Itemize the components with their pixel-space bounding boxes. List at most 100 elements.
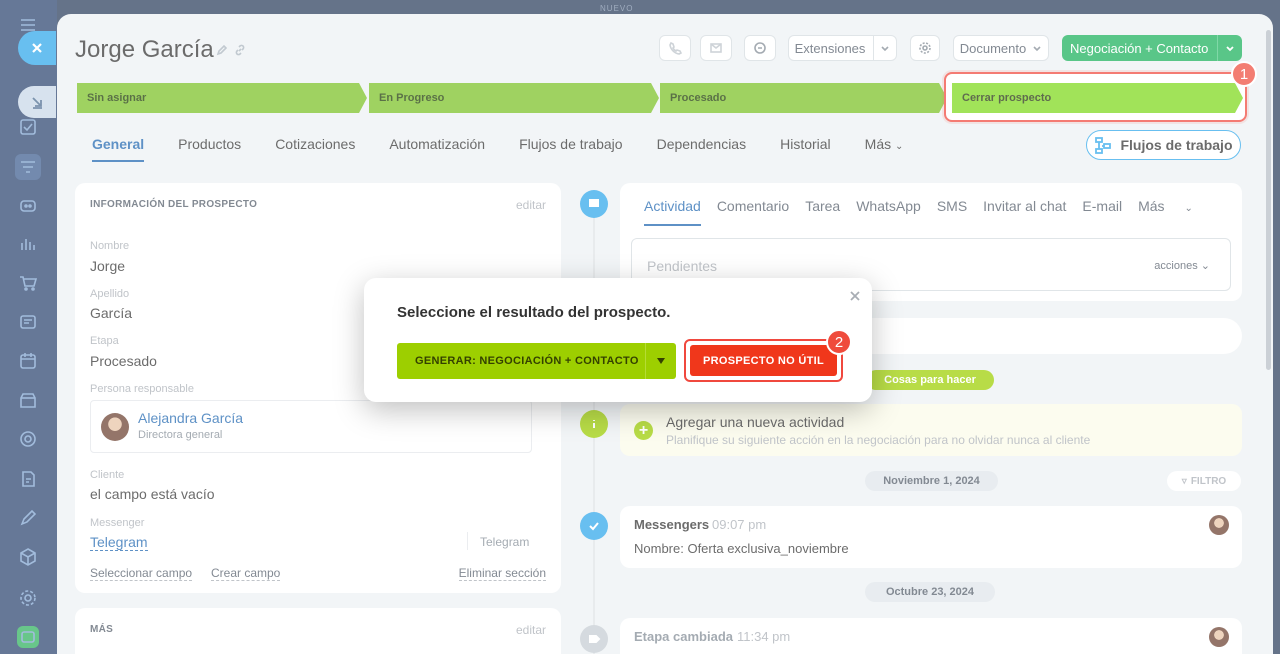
cube-icon[interactable] xyxy=(17,546,39,568)
call-button[interactable] xyxy=(659,35,691,61)
tab-cotizaciones[interactable]: Cotizaciones xyxy=(275,136,355,152)
tab-automatizacion[interactable]: Automatización xyxy=(389,136,485,152)
chevron-down-icon: ⌄ xyxy=(1200,260,1210,272)
field-value-apellido[interactable]: García xyxy=(90,305,132,321)
stage-changed-timeline-item[interactable]: Etapa cambiada 11:34 pm xyxy=(620,618,1242,654)
minimize-slider-button[interactable] xyxy=(18,86,56,118)
tab-dependencias[interactable]: Dependencias xyxy=(657,136,747,152)
chevron-down-icon[interactable] xyxy=(1217,35,1242,61)
edit-section-link[interactable]: editar xyxy=(516,623,546,637)
tab-historial[interactable]: Historial xyxy=(780,136,831,152)
field-label-apellido: Apellido xyxy=(90,288,130,300)
info-icon xyxy=(580,410,608,438)
responsible-person-box[interactable]: Alejandra García Directora general xyxy=(90,400,532,453)
sites-icon[interactable] xyxy=(17,311,39,333)
todo-pill: Cosas para hacer xyxy=(866,370,994,390)
chat-icon xyxy=(754,42,766,54)
gear-icon xyxy=(919,42,931,54)
analytics-icon[interactable] xyxy=(17,233,39,255)
tab-flujos[interactable]: Flujos de trabajo xyxy=(519,136,623,152)
useless-lead-button[interactable]: PROSPECTO NO ÚTIL xyxy=(690,345,837,376)
workflow-icon xyxy=(1095,137,1112,154)
chat-bubble-icon xyxy=(580,190,608,218)
tab-mas-label: Más xyxy=(1138,198,1165,214)
select-field-link[interactable]: Seleccionar campo xyxy=(90,566,193,581)
avatar xyxy=(1209,515,1229,535)
field-value-etapa[interactable]: Procesado xyxy=(90,353,157,369)
tab-whatsapp[interactable]: WhatsApp xyxy=(856,198,921,214)
extensions-button[interactable]: Extensiones xyxy=(788,35,897,61)
tab-actividad[interactable]: Actividad xyxy=(644,198,701,226)
calendar-icon[interactable] xyxy=(17,350,39,372)
delete-section-link[interactable]: Eliminar sección xyxy=(458,566,546,581)
generate-deal-contact-button[interactable]: GENERAR: NEGOCIACIÓN + CONTACTO xyxy=(397,343,676,379)
robot-icon[interactable] xyxy=(17,194,39,216)
store-icon[interactable] xyxy=(17,389,39,411)
settings-button[interactable] xyxy=(910,35,940,61)
tab-invitar-chat[interactable]: Invitar al chat xyxy=(983,198,1066,214)
chevron-down-icon xyxy=(873,35,890,61)
messenger-link[interactable]: Telegram xyxy=(90,534,148,551)
chevron-down-icon: ⌄ xyxy=(1184,203,1193,214)
stage-cerrar-prospecto[interactable]: Cerrar prospecto xyxy=(952,83,1243,113)
stage-procesado[interactable]: Procesado xyxy=(660,83,947,113)
messengers-timeline-item[interactable]: Messengers 09:07 pm Nombre: Oferta exclu… xyxy=(620,506,1242,568)
edit-pencil-icon[interactable] xyxy=(216,44,228,56)
caret-down-icon[interactable] xyxy=(645,343,676,379)
field-value-nombre[interactable]: Jorge xyxy=(90,258,125,274)
workflows-button[interactable]: Flujos de trabajo xyxy=(1086,130,1241,160)
actions-dropdown[interactable]: acciones ⌄ xyxy=(1154,259,1210,272)
mail-icon xyxy=(710,43,722,53)
add-activity-title[interactable]: Agregar una nueva actividad xyxy=(666,414,844,430)
extensions-label: Extensiones xyxy=(794,40,866,56)
close-slider-button[interactable] xyxy=(18,31,56,65)
tab-productos[interactable]: Productos xyxy=(178,136,241,152)
close-icon xyxy=(32,43,42,53)
link-icon[interactable] xyxy=(234,44,246,56)
tab-mas[interactable]: Más ⌄ xyxy=(865,136,904,152)
field-value-cliente[interactable]: el campo está vacío xyxy=(90,486,215,502)
settings-sidebar-icon[interactable] xyxy=(17,587,39,609)
create-deal-contact-button[interactable]: Negociación + Contacto xyxy=(1062,35,1242,61)
filter-button[interactable]: ▿ FILTRO xyxy=(1167,471,1241,491)
actions-label: acciones xyxy=(1154,260,1198,272)
stage-label: Procesado xyxy=(670,92,727,104)
document-edit-icon[interactable] xyxy=(17,468,39,490)
filter-label: FILTRO xyxy=(1190,475,1227,487)
tasks-icon[interactable] xyxy=(17,116,39,138)
tab-sms[interactable]: SMS xyxy=(937,198,967,214)
cart-icon[interactable] xyxy=(17,272,39,294)
scrollbar[interactable] xyxy=(1266,30,1271,370)
edit-section-link[interactable]: editar xyxy=(516,198,546,212)
plus-icon[interactable]: + xyxy=(634,421,653,440)
avatar xyxy=(101,413,129,441)
document-button[interactable]: Documento xyxy=(953,35,1049,61)
stage-sin-asignar[interactable]: Sin asignar xyxy=(77,83,367,113)
target-icon[interactable] xyxy=(17,428,39,450)
check-icon xyxy=(580,512,608,540)
phone-icon xyxy=(669,41,682,55)
workflows-button-label: Flujos de trabajo xyxy=(1120,137,1233,153)
tab-mas-actividad[interactable]: Más ⌄ xyxy=(1138,198,1209,214)
stage-highlight-frame: Cerrar prospecto xyxy=(944,72,1247,122)
tab-tarea[interactable]: Tarea xyxy=(805,198,840,214)
avatar xyxy=(1209,627,1229,647)
field-label-nombre: Nombre xyxy=(90,240,130,252)
section-title: INFORMACIÓN DEL PROSPECTO xyxy=(90,199,258,210)
responsible-name[interactable]: Alejandra García xyxy=(138,410,243,426)
email-button[interactable] xyxy=(700,35,732,61)
app-icon[interactable] xyxy=(17,626,39,648)
tab-general[interactable]: General xyxy=(92,136,145,162)
chat-button[interactable] xyxy=(744,35,776,61)
add-activity-card[interactable]: + Agregar una nueva actividad Planifique… xyxy=(620,404,1242,456)
create-field-link[interactable]: Crear campo xyxy=(211,566,281,581)
add-activity-subtitle: Planifique su siguiente acción en la neg… xyxy=(666,433,1091,447)
crm-filter-icon[interactable] xyxy=(15,154,41,180)
pen-icon[interactable] xyxy=(17,507,39,529)
stage-en-progreso[interactable]: En Progreso xyxy=(369,83,659,113)
generate-label: GENERAR: NEGOCIACIÓN + CONTACTO xyxy=(415,355,639,367)
tab-email[interactable]: E-mail xyxy=(1082,198,1122,214)
tab-comentario[interactable]: Comentario xyxy=(717,198,789,214)
close-icon[interactable] xyxy=(850,288,862,301)
title-actions xyxy=(216,44,246,56)
